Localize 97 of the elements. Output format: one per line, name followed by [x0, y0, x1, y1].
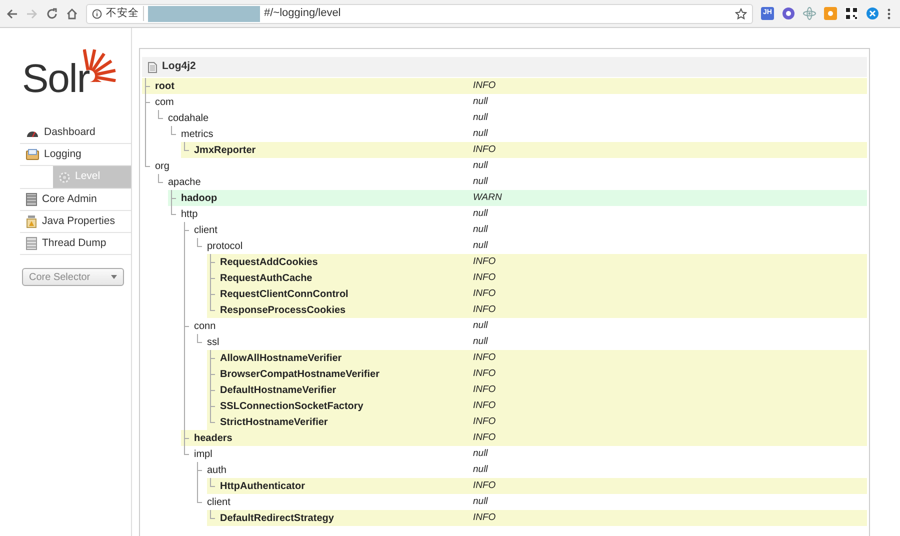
logger-name: DefaultRedirectStrategy	[220, 512, 334, 526]
logger-level: INFO	[473, 430, 496, 445]
logger-level: INFO	[473, 510, 496, 525]
logger-level: INFO	[473, 478, 496, 493]
logger-name: impl	[194, 448, 212, 462]
extension-icon[interactable]	[866, 7, 879, 20]
sidebar-item[interactable]: Core Admin	[20, 189, 131, 210]
address-bar[interactable]: 不安全 #/~logging/level	[86, 4, 753, 24]
logger-name: auth	[207, 464, 226, 478]
tree-row[interactable]: ResponseProcessCookies INFO	[207, 302, 867, 318]
logger-name: com	[155, 96, 174, 110]
logger-name: apache	[168, 176, 201, 190]
info-icon	[92, 8, 102, 18]
tree-row[interactable]: JmxReporter INFO	[181, 142, 867, 158]
tree-row[interactable]: HttpAuthenticator INFO	[207, 478, 867, 494]
logger-name: JmxReporter	[194, 144, 256, 158]
logger-level: null	[473, 94, 488, 109]
jar-icon	[26, 215, 37, 228]
sidebar-item[interactable]: Logging	[20, 144, 131, 165]
tree-row[interactable]: DefaultRedirectStrategy INFO	[207, 510, 867, 526]
home-icon[interactable]	[66, 8, 78, 20]
logger-name: ResponseProcessCookies	[220, 304, 346, 318]
tree-row[interactable]: root INFO	[142, 78, 867, 94]
sidebar-item[interactable]: Dashboard	[20, 122, 131, 143]
sidebar-item[interactable]: Java Properties	[20, 211, 131, 232]
logger-level: null	[473, 222, 488, 237]
logger-name: RequestAddCookies	[220, 256, 318, 270]
panel-title: Log4j2	[162, 59, 196, 74]
qr-code-icon[interactable]	[845, 7, 858, 20]
logger-name: RequestClientConnControl	[220, 288, 348, 302]
logger-level: INFO	[473, 414, 496, 429]
caret-icon	[111, 275, 117, 279]
security-label: 不安全	[106, 6, 144, 22]
logger-level: INFO	[473, 254, 496, 269]
logger-level: INFO	[473, 398, 496, 413]
server-icon	[26, 193, 37, 206]
logger-level: INFO	[473, 270, 496, 285]
tree-row[interactable]: headers INFO	[181, 430, 867, 446]
stack-icon	[26, 237, 37, 250]
inbox-icon	[26, 149, 39, 160]
star-icon[interactable]	[735, 8, 747, 20]
logger-level: INFO	[473, 78, 496, 93]
logo-text: Solr	[22, 59, 90, 99]
logger-level: INFO	[473, 382, 496, 397]
tree-row[interactable]: StrictHostnameVerifier INFO	[207, 414, 867, 430]
gear-icon	[59, 172, 70, 182]
tree-row[interactable]: RequestClientConnControl INFO	[207, 286, 867, 302]
logger-name: SSLConnectionSocketFactory	[220, 400, 364, 414]
logger-level: null	[473, 334, 488, 349]
logger-level: null	[473, 206, 488, 221]
logger-level: INFO	[473, 142, 496, 157]
logger-level: INFO	[473, 350, 496, 365]
url-text: #/~logging/level	[264, 6, 341, 22]
logger-level: INFO	[473, 302, 496, 317]
tree-row[interactable]: hadoop WARN	[168, 190, 867, 206]
logger-name: DefaultHostnameVerifier	[220, 384, 336, 398]
logger-level: null	[473, 110, 488, 125]
logger-level: null	[473, 158, 488, 173]
logger-level: null	[473, 238, 488, 253]
logger-level: null	[473, 462, 488, 477]
logger-name: StrictHostnameVerifier	[220, 416, 328, 430]
tree-row[interactable]: RequestAuthCache INFO	[207, 270, 867, 286]
tree-row[interactable]: BrowserCompatHostnameVerifier INFO	[207, 366, 867, 382]
logger-name: headers	[194, 432, 232, 446]
logger-name: conn	[194, 320, 216, 334]
logger-level: INFO	[473, 366, 496, 381]
menu-icon[interactable]	[887, 8, 891, 20]
logger-name: BrowserCompatHostnameVerifier	[220, 368, 380, 382]
back-icon[interactable]	[6, 8, 18, 20]
logger-level: WARN	[473, 190, 502, 205]
document-icon	[148, 62, 157, 72]
logger-name: client	[194, 224, 218, 238]
logger-name: client	[207, 496, 230, 510]
logger-level: null	[473, 174, 488, 189]
sidebar-item[interactable]: Thread Dump	[20, 233, 131, 254]
logger-name: org	[155, 160, 170, 174]
logger-name: http	[181, 208, 198, 222]
logger-name: RequestAuthCache	[220, 272, 312, 286]
logger-name: protocol	[207, 240, 243, 254]
tree-row[interactable]: RequestAddCookies INFO	[207, 254, 867, 270]
reload-icon[interactable]	[46, 8, 58, 20]
logger-name: AllowAllHostnameVerifier	[220, 352, 342, 366]
logger-level: INFO	[473, 286, 496, 301]
logger-level: null	[473, 318, 488, 333]
tree-row[interactable]: AllowAllHostnameVerifier INFO	[207, 350, 867, 366]
logger-level: null	[473, 494, 488, 509]
tree-row[interactable]: SSLConnectionSocketFactory INFO	[207, 398, 867, 414]
extension-icon[interactable]	[782, 7, 795, 20]
tree-row[interactable]: DefaultHostnameVerifier INFO	[207, 382, 867, 398]
logger-name: HttpAuthenticator	[220, 480, 305, 494]
logger-level: null	[473, 446, 488, 461]
logger-level: null	[473, 126, 488, 141]
logger-name: root	[155, 80, 174, 94]
logger-name: hadoop	[181, 192, 218, 206]
logger-name: ssl	[207, 336, 220, 350]
logger-name: codahale	[168, 112, 209, 126]
logger-name: metrics	[181, 128, 214, 142]
